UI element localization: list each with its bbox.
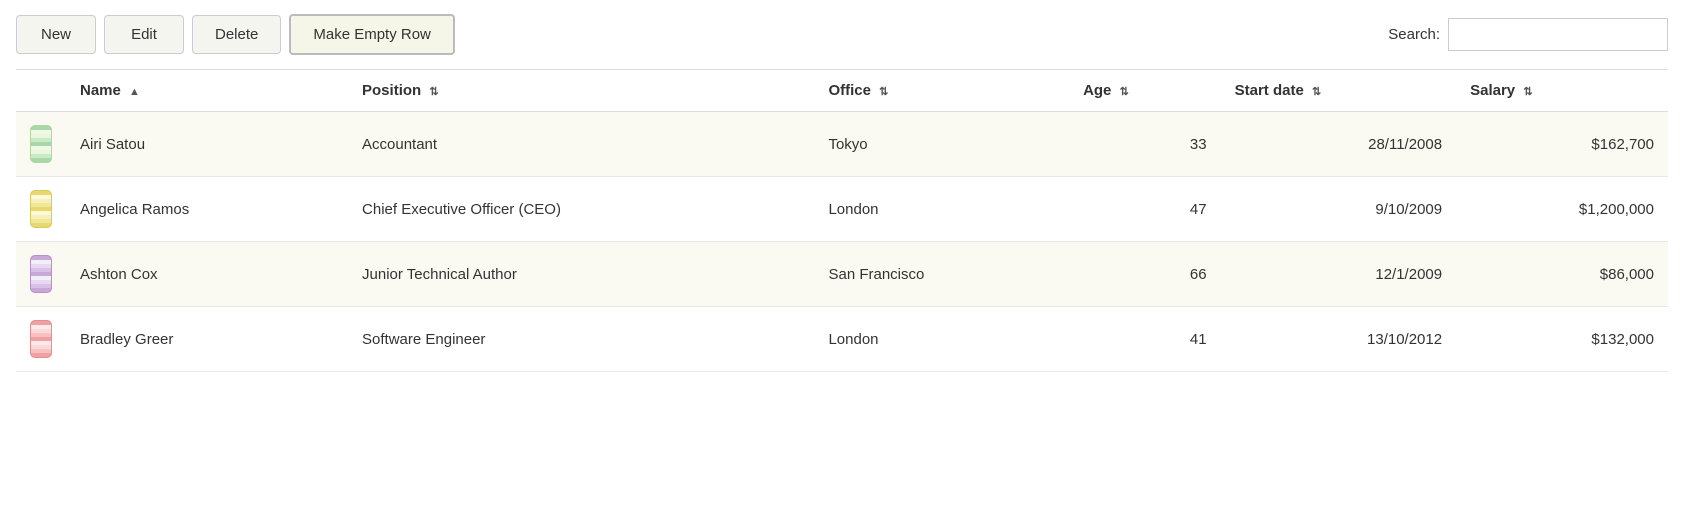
row-start-date: 12/1/2009: [1221, 242, 1456, 307]
row-start-date: 13/10/2012: [1221, 307, 1456, 372]
table-container: Name ▲ Position ⇅ Office ⇅ Age ⇅ Start d…: [0, 69, 1684, 372]
toolbar: New Edit Delete Make Empty Row Search:: [0, 0, 1684, 69]
col-header-position[interactable]: Position ⇅: [348, 70, 814, 112]
row-office: London: [814, 177, 1069, 242]
row-icon-cell: [16, 177, 66, 242]
row-icon-cell: [16, 112, 66, 177]
make-empty-row-button[interactable]: Make Empty Row: [289, 14, 455, 55]
row-position: Software Engineer: [348, 307, 814, 372]
row-position: Junior Technical Author: [348, 242, 814, 307]
col-header-salary[interactable]: Salary ⇅: [1456, 70, 1668, 112]
search-input[interactable]: [1448, 18, 1668, 51]
row-start-date: 28/11/2008: [1221, 112, 1456, 177]
row-office: Tokyo: [814, 112, 1069, 177]
row-age: 41: [1069, 307, 1221, 372]
row-position: Chief Executive Officer (CEO): [348, 177, 814, 242]
col-header-icon: [16, 70, 66, 112]
age-sort-arrow: ⇅: [1120, 85, 1129, 98]
table-row[interactable]: Angelica Ramos Chief Executive Officer (…: [16, 177, 1668, 242]
new-button[interactable]: New: [16, 15, 96, 54]
row-office: London: [814, 307, 1069, 372]
search-label: Search:: [1388, 26, 1440, 43]
row-salary: $132,000: [1456, 307, 1668, 372]
row-name: Ashton Cox: [66, 242, 348, 307]
row-icon: [30, 255, 52, 293]
row-icon: [30, 125, 52, 163]
col-header-start-date[interactable]: Start date ⇅: [1221, 70, 1456, 112]
delete-button[interactable]: Delete: [192, 15, 281, 54]
search-area: Search:: [1388, 18, 1668, 51]
row-salary: $162,700: [1456, 112, 1668, 177]
position-sort-arrow: ⇅: [429, 85, 438, 98]
name-sort-arrow: ▲: [129, 86, 140, 98]
row-age: 47: [1069, 177, 1221, 242]
row-icon: [30, 190, 52, 228]
salary-sort-arrow: ⇅: [1523, 85, 1532, 98]
row-name: Airi Satou: [66, 112, 348, 177]
table-header-row: Name ▲ Position ⇅ Office ⇅ Age ⇅ Start d…: [16, 70, 1668, 112]
row-position: Accountant: [348, 112, 814, 177]
start-date-sort-arrow: ⇅: [1312, 85, 1321, 98]
row-name: Angelica Ramos: [66, 177, 348, 242]
data-table: Name ▲ Position ⇅ Office ⇅ Age ⇅ Start d…: [16, 69, 1668, 372]
col-header-name[interactable]: Name ▲: [66, 70, 348, 112]
edit-button[interactable]: Edit: [104, 15, 184, 54]
row-icon: [30, 320, 52, 358]
table-row[interactable]: Bradley Greer Software Engineer London 4…: [16, 307, 1668, 372]
table-row[interactable]: Ashton Cox Junior Technical Author San F…: [16, 242, 1668, 307]
row-age: 33: [1069, 112, 1221, 177]
col-header-office[interactable]: Office ⇅: [814, 70, 1069, 112]
row-start-date: 9/10/2009: [1221, 177, 1456, 242]
col-header-age[interactable]: Age ⇅: [1069, 70, 1221, 112]
row-salary: $1,200,000: [1456, 177, 1668, 242]
row-age: 66: [1069, 242, 1221, 307]
table-row[interactable]: Airi Satou Accountant Tokyo 33 28/11/200…: [16, 112, 1668, 177]
row-office: San Francisco: [814, 242, 1069, 307]
office-sort-arrow: ⇅: [879, 85, 888, 98]
row-name: Bradley Greer: [66, 307, 348, 372]
row-salary: $86,000: [1456, 242, 1668, 307]
row-icon-cell: [16, 307, 66, 372]
row-icon-cell: [16, 242, 66, 307]
